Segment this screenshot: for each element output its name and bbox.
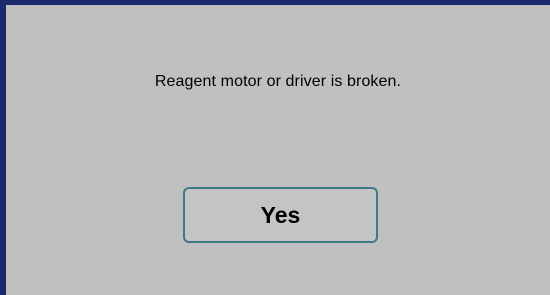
window-frame: Reagent motor or driver is broken. Yes <box>0 0 550 295</box>
yes-button[interactable]: Yes <box>183 187 378 243</box>
dialog-message: Reagent motor or driver is broken. <box>154 73 402 90</box>
alert-dialog: Reagent motor or driver is broken. Yes <box>6 5 550 295</box>
